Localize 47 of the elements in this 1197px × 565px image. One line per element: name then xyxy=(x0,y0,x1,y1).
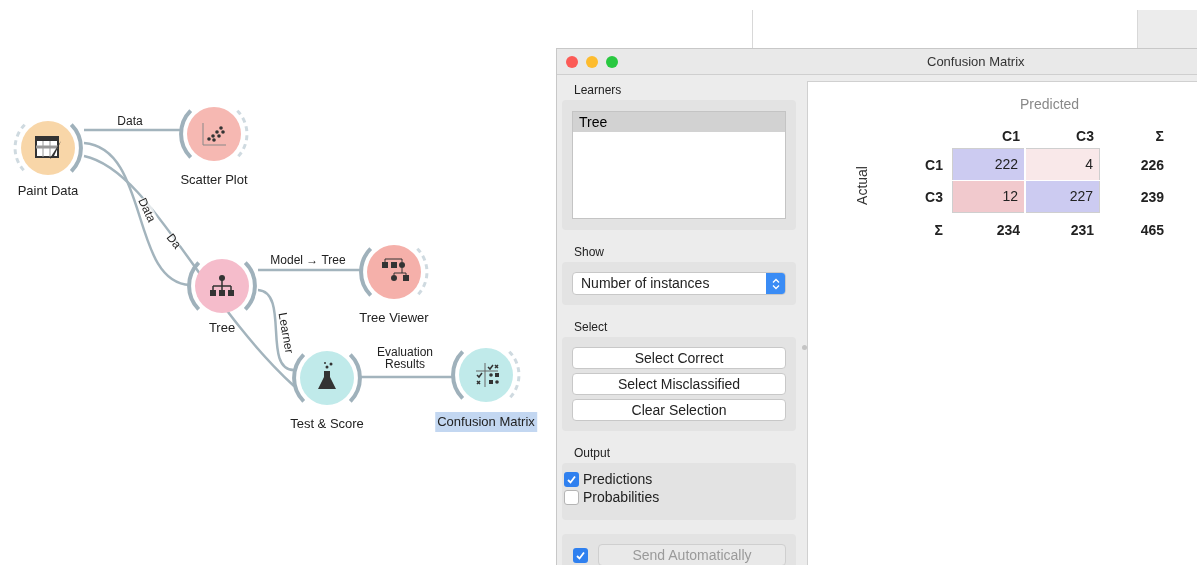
option-label: Predictions xyxy=(583,472,653,487)
link-label: Data xyxy=(117,115,143,127)
node-label: Tree xyxy=(207,319,237,337)
checkbox[interactable] xyxy=(564,490,579,505)
option-label: Probabilities xyxy=(583,490,660,505)
matrix-cell[interactable]: 4 xyxy=(1026,148,1100,180)
check-icon xyxy=(566,474,577,485)
node-label: Paint Data xyxy=(16,182,80,200)
section-title: Show xyxy=(573,244,606,261)
row-header: C3 xyxy=(924,187,944,207)
check-icon xyxy=(575,549,586,561)
matrix-cell[interactable]: 227 xyxy=(1026,181,1100,213)
row-total: 226 xyxy=(1139,155,1165,175)
column-header: C3 xyxy=(1075,126,1095,146)
link-label: Da xyxy=(164,231,184,251)
checkbox[interactable] xyxy=(564,472,579,487)
node-label: Scatter Plot xyxy=(179,171,249,189)
splitter-handle-icon[interactable] xyxy=(801,345,807,350)
column-total: 231 xyxy=(1069,220,1095,240)
actual-label: Actual xyxy=(852,165,871,205)
column-total: 234 xyxy=(995,220,1021,240)
maximize-icon[interactable] xyxy=(606,55,618,68)
select-button[interactable]: Select Misclassified xyxy=(572,373,786,395)
show-dropdown[interactable]: Number of instances xyxy=(572,272,786,295)
list-item[interactable]: Tree xyxy=(573,112,785,132)
section-title: Output xyxy=(573,445,612,462)
row-header: C1 xyxy=(924,155,944,175)
select-button[interactable]: Clear Selection xyxy=(572,399,786,421)
matrix-cell[interactable]: 222 xyxy=(952,148,1024,180)
node-label: Test & Score xyxy=(289,415,365,433)
link-label: Model → Tree xyxy=(270,254,346,266)
column-header: Σ xyxy=(1154,126,1165,146)
matrix-cell[interactable]: 12 xyxy=(952,181,1024,213)
row-total: 239 xyxy=(1139,187,1165,207)
stepper-icon xyxy=(766,273,785,294)
section-title: Learners xyxy=(573,82,623,99)
predicted-label: Predicted xyxy=(1020,95,1081,114)
column-total: 465 xyxy=(1139,220,1165,240)
node-label: Confusion Matrix xyxy=(435,412,537,432)
node-label: Tree Viewer xyxy=(358,309,430,327)
minimize-icon[interactable] xyxy=(586,55,598,68)
close-icon[interactable] xyxy=(566,55,578,68)
column-header: C1 xyxy=(1001,126,1021,146)
window-title: Confusion Matrix xyxy=(927,52,1025,71)
select-button[interactable]: Select Correct xyxy=(572,347,786,369)
row-header: Σ xyxy=(933,220,944,240)
section-title: Select xyxy=(573,319,609,336)
